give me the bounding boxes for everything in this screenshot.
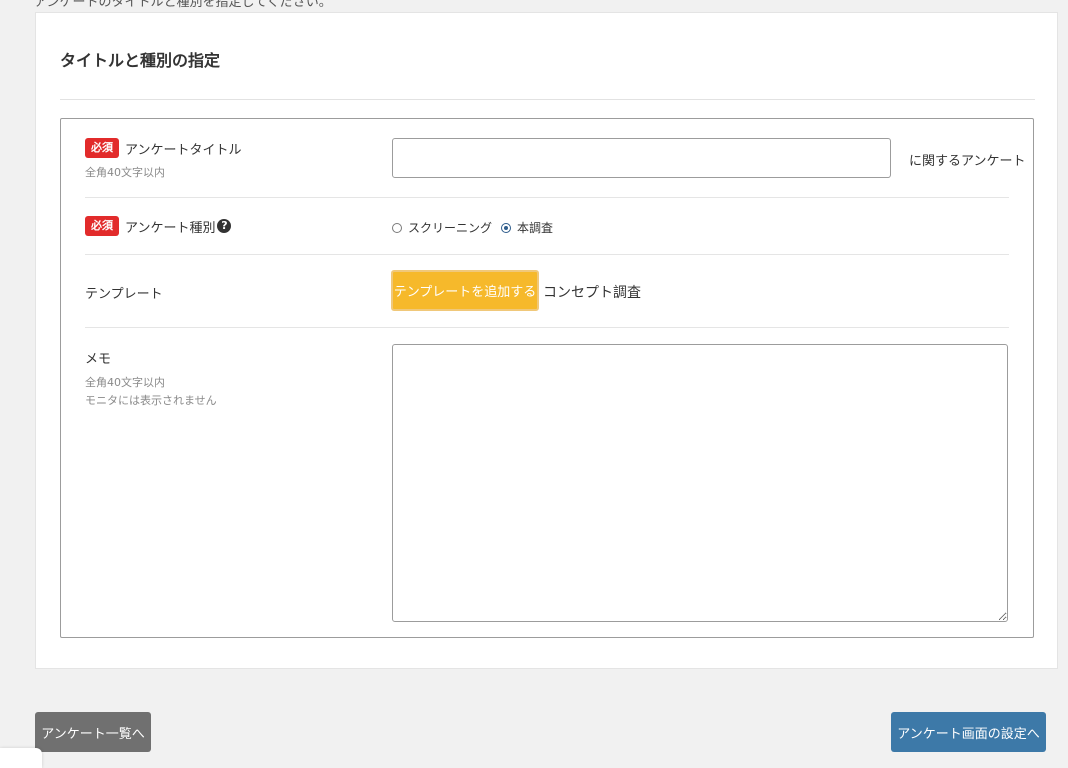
radio-screening[interactable] bbox=[392, 222, 402, 233]
row-divider bbox=[85, 327, 1009, 328]
panel-divider bbox=[60, 99, 1035, 100]
survey-type-radio-group: スクリーニング 本調査 bbox=[392, 219, 562, 236]
radio-main-survey[interactable] bbox=[501, 222, 512, 233]
survey-title-label-group: 必須 アンケートタイトル bbox=[85, 138, 241, 158]
survey-list-button[interactable]: アンケート一覧へ bbox=[35, 712, 151, 752]
radio-main-survey-label[interactable]: 本調査 bbox=[517, 219, 553, 236]
survey-title-hint: 全角40文字以内 bbox=[85, 166, 165, 179]
required-badge: 必須 bbox=[85, 138, 119, 158]
memo-textarea[interactable] bbox=[392, 344, 1008, 622]
memo-label: メモ bbox=[85, 352, 112, 367]
row-divider bbox=[85, 197, 1009, 198]
survey-title-suffix: に関するアンケート bbox=[909, 154, 1026, 169]
radio-screening-label[interactable]: スクリーニング bbox=[408, 219, 492, 236]
page-instruction-text: アンケートのタイトルと種別を指定してください。 bbox=[34, 0, 332, 10]
survey-type-label-group: 必須 アンケート種別 ? bbox=[85, 216, 232, 236]
required-badge: 必須 bbox=[85, 216, 119, 236]
panel-title: タイトルと種別の指定 bbox=[60, 51, 221, 70]
survey-settings-form: 必須 アンケートタイトル 全角40文字以内 に関するアンケート 必須 アンケート… bbox=[60, 118, 1034, 638]
survey-screen-settings-button[interactable]: アンケート画面の設定へ bbox=[891, 712, 1046, 752]
memo-hint-visibility: モニタには表示されません bbox=[85, 394, 217, 407]
row-divider bbox=[85, 254, 1009, 255]
title-type-panel: タイトルと種別の指定 必須 アンケートタイトル 全角40文字以内 に関するアンケ… bbox=[35, 12, 1058, 669]
help-icon[interactable]: ? bbox=[217, 219, 232, 233]
add-template-button[interactable]: テンプレートを追加する bbox=[391, 270, 539, 311]
survey-title-label: アンケートタイトル bbox=[125, 142, 242, 158]
template-label: テンプレート bbox=[85, 287, 163, 302]
survey-title-input[interactable] bbox=[392, 138, 891, 178]
survey-type-label: アンケート種別 bbox=[125, 220, 216, 236]
memo-hint-length: 全角40文字以内 bbox=[85, 376, 165, 389]
bottom-left-tab[interactable] bbox=[0, 748, 42, 768]
selected-template-name: コンセプト調査 bbox=[543, 285, 641, 301]
